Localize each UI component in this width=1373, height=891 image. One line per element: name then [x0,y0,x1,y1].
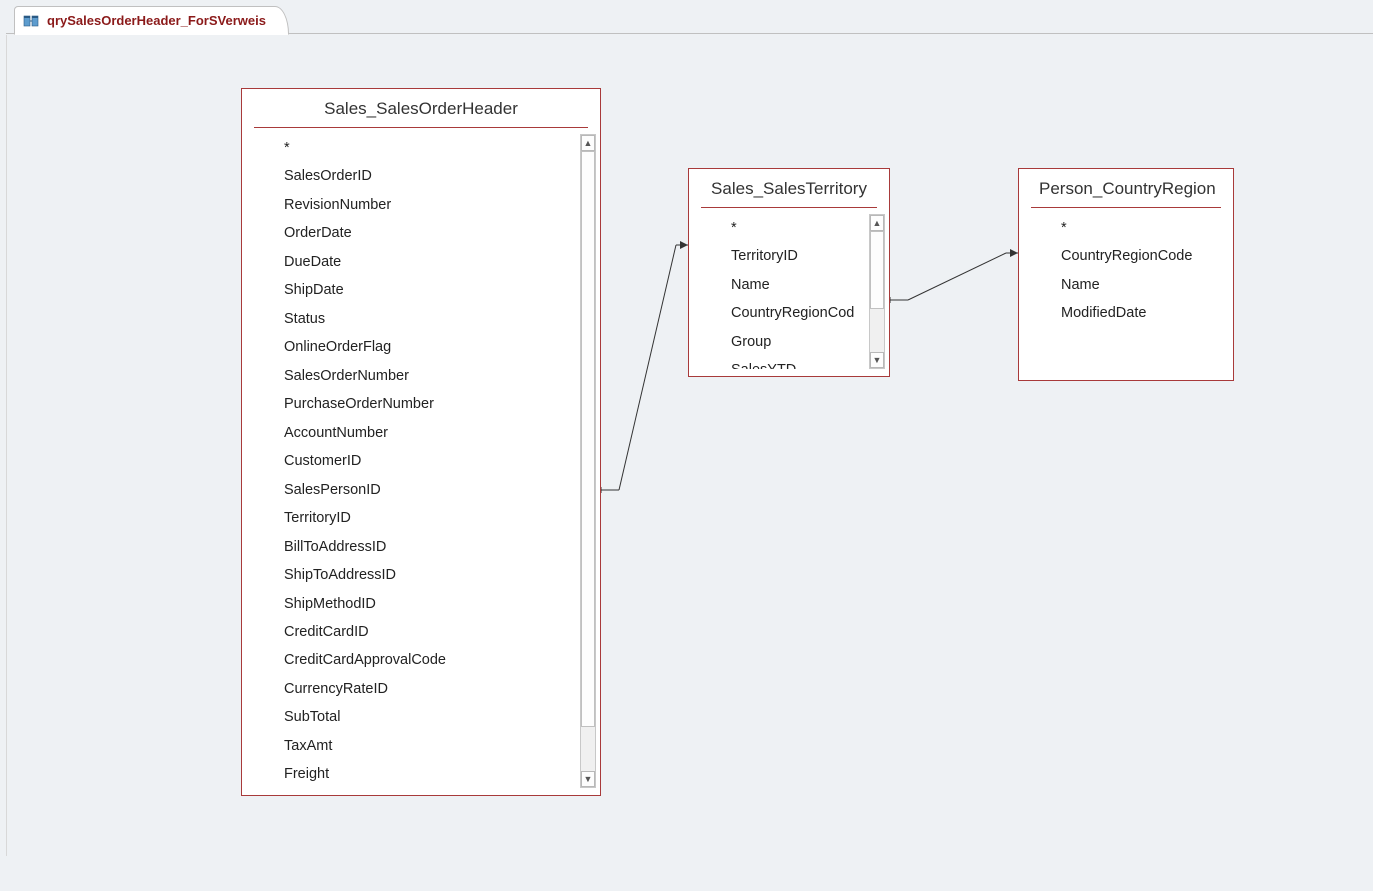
scroll-down-icon[interactable]: ▼ [581,771,595,787]
query-tab[interactable]: qrySalesOrderHeader_ForSVerweis [14,6,289,35]
field-item[interactable]: CreditCardID [242,618,580,646]
scroll-thumb[interactable] [870,231,884,309]
field-item[interactable]: ModifiedDate [1019,299,1233,327]
field-list: *CountryRegionCodeNameModifiedDate [1019,214,1233,373]
field-item[interactable]: OnlineOrderFlag [242,333,580,361]
field-item[interactable]: CountryRegionCod [689,299,869,327]
field-item[interactable]: ShipMethodID [242,590,580,618]
query-design-icon [23,13,39,29]
field-item[interactable]: Status [242,305,580,333]
field-item[interactable]: Freight [242,760,580,788]
field-item[interactable]: BillToAddressID [242,533,580,561]
field-item[interactable]: Group [689,328,869,356]
tab-bar: qrySalesOrderHeader_ForSVerweis [6,6,1373,34]
field-item[interactable]: SubTotal [242,703,580,731]
field-item[interactable]: ShipToAddressID [242,561,580,589]
field-list: *TerritoryIDNameCountryRegionCodGroupSal… [689,214,869,369]
table-t1[interactable]: Sales_SalesOrderHeader *SalesOrderIDRevis… [241,88,601,796]
field-item[interactable]: CreditCardApprovalCode [242,646,580,674]
table-title: Sales_SalesTerritory [701,169,877,208]
field-item[interactable]: RevisionNumber [242,191,580,219]
table-title: Sales_SalesOrderHeader [254,89,588,128]
vertical-scrollbar[interactable]: ▲▼ [580,134,596,788]
field-item[interactable]: Name [1019,271,1233,299]
field-item[interactable]: TaxAmt [242,732,580,760]
field-item[interactable]: * [1019,214,1233,242]
field-item[interactable]: CurrencyRateID [242,675,580,703]
table-t2[interactable]: Sales_SalesTerritory *TerritoryIDNameCoun… [688,168,890,377]
field-item[interactable]: TerritoryID [689,242,869,270]
relationship-lines [7,35,1373,891]
scroll-track[interactable] [581,151,595,771]
field-item[interactable]: * [689,214,869,242]
table-title: Person_CountryRegion [1031,169,1221,208]
scroll-down-icon[interactable]: ▼ [870,352,884,368]
field-item[interactable]: SalesYTD [689,356,869,369]
scroll-up-icon[interactable]: ▲ [870,215,884,231]
field-list: *SalesOrderIDRevisionNumberOrderDateDueD… [242,134,580,788]
field-item[interactable]: OrderDate [242,219,580,247]
field-item[interactable]: Name [689,271,869,299]
field-item[interactable]: PurchaseOrderNumber [242,390,580,418]
field-item[interactable]: * [242,134,580,162]
field-item[interactable]: ShipDate [242,276,580,304]
scroll-thumb[interactable] [581,151,595,727]
field-item[interactable]: CountryRegionCode [1019,242,1233,270]
field-item[interactable]: AccountNumber [242,419,580,447]
field-item[interactable]: DueDate [242,248,580,276]
field-item[interactable]: SalesOrderNumber [242,362,580,390]
vertical-scrollbar[interactable]: ▲▼ [869,214,885,369]
field-item[interactable]: CustomerID [242,447,580,475]
scroll-track[interactable] [870,231,884,352]
query-design-canvas[interactable]: Sales_SalesOrderHeader*SalesOrderIDRevis… [6,35,1373,856]
scroll-up-icon[interactable]: ▲ [581,135,595,151]
field-item[interactable]: TerritoryID [242,504,580,532]
field-item[interactable]: SalesOrderID [242,162,580,190]
field-item[interactable]: SalesPersonID [242,476,580,504]
tab-title: qrySalesOrderHeader_ForSVerweis [47,13,266,28]
table-t3[interactable]: Person_CountryRegion *CountryRegionCodeNa… [1018,168,1234,381]
